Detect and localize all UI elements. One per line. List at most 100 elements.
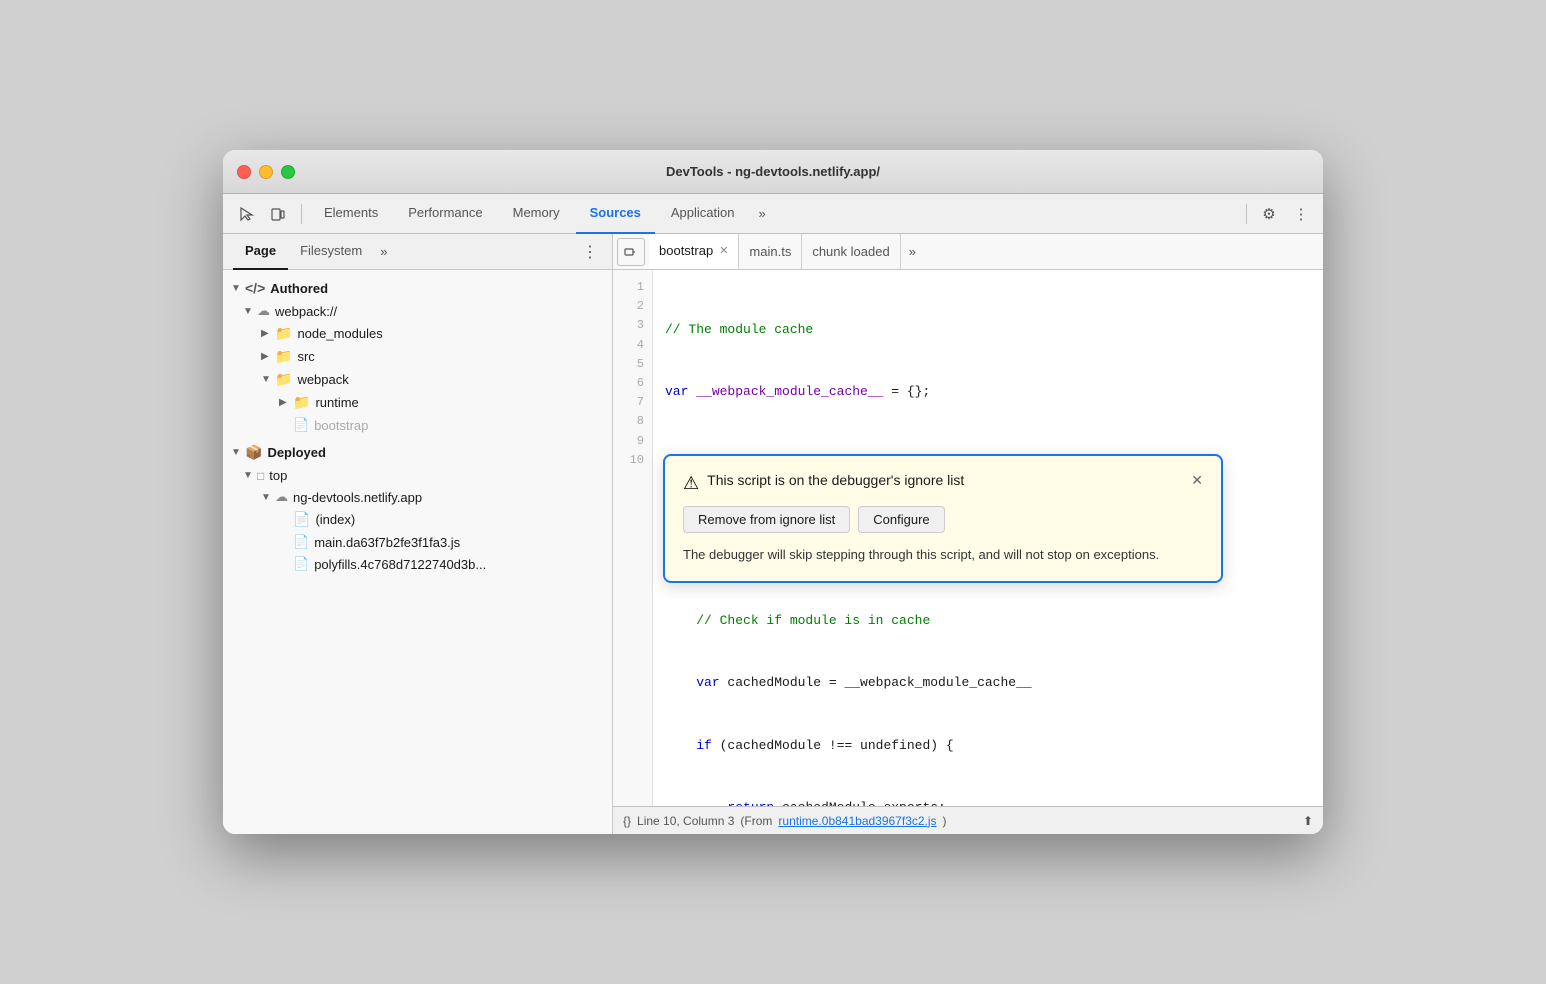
sidebar-tabs-more[interactable]: » — [374, 244, 393, 259]
node-modules-arrow: ▶ — [261, 328, 275, 339]
line-num-4: 4 — [613, 336, 644, 355]
webpack-label: webpack:// — [275, 304, 337, 319]
traffic-lights — [237, 165, 295, 179]
tab-application[interactable]: Application — [657, 194, 749, 234]
tab-right-separator — [1246, 204, 1247, 224]
popup-title: This script is on the debugger's ignore … — [707, 472, 1183, 488]
main-area: Page Filesystem » ⋮ ▼ </> Authored ▼ ☁ — [223, 234, 1323, 834]
runtime-folder-icon: 📁 — [293, 394, 310, 411]
ignore-popup: ⚠ This script is on the debugger's ignor… — [663, 454, 1223, 583]
close-button[interactable] — [237, 165, 251, 179]
code-tab-close-icon[interactable]: ✕ — [719, 244, 728, 257]
deployed-section[interactable]: ▼ 📦 Deployed — [223, 440, 612, 465]
line-num-2: 2 — [613, 297, 644, 316]
code-tab-bootstrap[interactable]: bootstrap ✕ — [649, 234, 739, 270]
code-line-1: // The module cache — [665, 320, 1311, 341]
code-tab-bootstrap-label: bootstrap — [659, 243, 713, 258]
node-modules-item[interactable]: ▶ 📁 node_modules — [223, 322, 612, 345]
code-tab-main-ts[interactable]: main.ts — [739, 234, 802, 270]
code-tabs: bootstrap ✕ main.ts chunk loaded » — [613, 234, 1323, 270]
main-tabbar: Elements Performance Memory Sources Appl… — [223, 194, 1323, 234]
webpack-item[interactable]: ▼ ☁ webpack:// — [223, 300, 612, 322]
top-item[interactable]: ▼ □ top — [223, 465, 612, 486]
tab-settings-group: ⚙ ⋮ — [1255, 200, 1315, 228]
webpack-folder-icon: 📁 — [275, 371, 292, 388]
bootstrap-label: bootstrap — [314, 418, 368, 433]
statusbar-scroll-icon[interactable]: ⬆ — [1303, 814, 1313, 828]
line-num-7: 7 — [613, 393, 644, 412]
tab-memory[interactable]: Memory — [499, 194, 574, 234]
code-tab-back-button[interactable] — [617, 238, 645, 266]
statusbar-close-paren: ) — [943, 814, 947, 828]
code-tab-chunk[interactable]: chunk loaded — [802, 234, 900, 270]
sidebar: Page Filesystem » ⋮ ▼ </> Authored ▼ ☁ — [223, 234, 613, 834]
main-js-label: main.da63f7b2fe3f1fa3.js — [314, 535, 460, 550]
code-line-7: var cachedModule = __webpack_module_cach… — [665, 673, 1311, 694]
titlebar: DevTools - ng-devtools.netlify.app/ — [223, 150, 1323, 194]
code-tabs-more-button[interactable]: » — [901, 244, 924, 259]
popup-description: The debugger will skip stepping through … — [683, 545, 1203, 565]
popup-header: ⚠ This script is on the debugger's ignor… — [683, 472, 1203, 494]
src-label: src — [297, 349, 314, 364]
index-item[interactable]: 📄 (index) — [223, 508, 612, 531]
bootstrap-file-icon: 📄 — [293, 417, 309, 433]
main-js-icon: 📄 — [293, 534, 309, 550]
deployed-arrow: ▼ — [231, 447, 245, 458]
authored-section[interactable]: ▼ </> Authored — [223, 276, 612, 300]
line-num-5: 5 — [613, 355, 644, 374]
maximize-button[interactable] — [281, 165, 295, 179]
node-modules-label: node_modules — [297, 326, 382, 341]
tab-sources[interactable]: Sources — [576, 194, 655, 234]
sidebar-tab-page[interactable]: Page — [233, 234, 288, 270]
webpack-arrow: ▼ — [243, 306, 257, 317]
main-js-item[interactable]: 📄 main.da63f7b2fe3f1fa3.js — [223, 531, 612, 553]
ng-devtools-label: ng-devtools.netlify.app — [293, 490, 422, 505]
statusbar-braces[interactable]: {} — [623, 814, 631, 828]
line-numbers: 1 2 3 4 5 6 7 8 9 10 — [613, 270, 653, 806]
minimize-button[interactable] — [259, 165, 273, 179]
runtime-arrow: ▶ — [279, 397, 293, 408]
src-item[interactable]: ▶ 📁 src — [223, 345, 612, 368]
authored-arrow: ▼ — [231, 283, 245, 294]
more-options-icon[interactable]: ⋮ — [1287, 200, 1315, 228]
bootstrap-item[interactable]: 📄 bootstrap — [223, 414, 612, 436]
inspect-icon[interactable] — [231, 200, 261, 228]
remove-from-ignore-button[interactable]: Remove from ignore list — [683, 506, 850, 533]
deployed-label: Deployed — [267, 445, 326, 460]
polyfills-icon: 📄 — [293, 556, 309, 572]
deployed-box-icon: 📦 — [245, 444, 262, 461]
webpack-folder-label: webpack — [297, 372, 348, 387]
sidebar-menu-button[interactable]: ⋮ — [578, 240, 602, 264]
code-tab-chunk-label: chunk loaded — [812, 244, 889, 259]
webpack-folder-arrow: ▼ — [261, 374, 275, 385]
popup-close-button[interactable]: ✕ — [1191, 472, 1203, 489]
code-area: bootstrap ✕ main.ts chunk loaded » 1 2 3… — [613, 234, 1323, 834]
tab-performance[interactable]: Performance — [394, 194, 496, 234]
ng-devtools-item[interactable]: ▼ ☁ ng-devtools.netlify.app — [223, 486, 612, 508]
top-frame-icon: □ — [257, 469, 264, 483]
popup-buttons: Remove from ignore list Configure — [683, 506, 1203, 533]
ng-devtools-arrow: ▼ — [261, 492, 275, 503]
statusbar-source-link[interactable]: runtime.0b841bad3967f3c2.js — [778, 814, 936, 828]
statusbar: {} Line 10, Column 3 (From runtime.0b841… — [613, 806, 1323, 834]
line-num-3: 3 — [613, 316, 644, 335]
tab-elements[interactable]: Elements — [310, 194, 392, 234]
settings-icon[interactable]: ⚙ — [1255, 200, 1283, 228]
runtime-label: runtime — [315, 395, 358, 410]
runtime-item[interactable]: ▶ 📁 runtime — [223, 391, 612, 414]
line-num-10: 10 — [613, 451, 644, 470]
code-line-9: return cachedModule.exports; — [665, 798, 1311, 806]
line-num-1: 1 — [613, 278, 644, 297]
index-label: (index) — [315, 512, 355, 527]
webpack-folder-item[interactable]: ▼ 📁 webpack — [223, 368, 612, 391]
window-title: DevTools - ng-devtools.netlify.app/ — [666, 164, 880, 179]
sidebar-tab-filesystem[interactable]: Filesystem — [288, 234, 374, 270]
authored-code-icon: </> — [245, 280, 265, 296]
ng-devtools-cloud-icon: ☁ — [275, 489, 288, 505]
node-modules-folder-icon: 📁 — [275, 325, 292, 342]
polyfills-item[interactable]: 📄 polyfills.4c768d7122740d3b... — [223, 553, 612, 575]
configure-button[interactable]: Configure — [858, 506, 944, 533]
tabs-more-button[interactable]: » — [751, 206, 774, 221]
device-icon[interactable] — [263, 200, 293, 228]
code-line-8: if (cachedModule !== undefined) { — [665, 736, 1311, 757]
